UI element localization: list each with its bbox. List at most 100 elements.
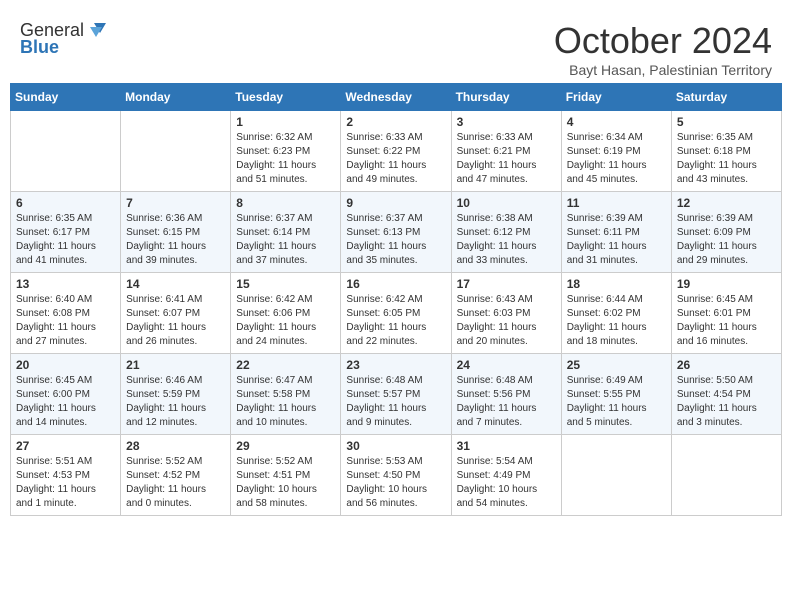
calendar-cell: 9 Sunrise: 6:37 AM Sunset: 6:13 PM Daylig… <box>341 192 451 273</box>
day-content: Sunrise: 6:48 AM Sunset: 5:57 PM Dayligh… <box>346 374 445 430</box>
day-content: Sunrise: 6:33 AM Sunset: 6:22 PM Dayligh… <box>346 131 445 187</box>
day-number: 6 <box>16 196 115 210</box>
calendar-cell: 7 Sunrise: 6:36 AM Sunset: 6:15 PM Daylig… <box>121 192 231 273</box>
day-content: Sunrise: 6:34 AM Sunset: 6:19 PM Dayligh… <box>567 131 666 187</box>
day-number: 8 <box>236 196 335 210</box>
title-block: October 2024 Bayt Hasan, Palestinian Ter… <box>554 20 772 78</box>
calendar-cell: 31 Sunrise: 5:54 AM Sunset: 4:49 PM Dayli… <box>451 435 561 516</box>
calendar-cell: 29Sunrise: 5:52 AM Sunset: 4:51 PM Dayli… <box>231 435 341 516</box>
calendar-cell: 19 Sunrise: 6:45 AM Sunset: 6:01 PM Dayli… <box>671 273 781 354</box>
day-header-tuesday: Tuesday <box>231 84 341 111</box>
day-number: 20 <box>16 358 115 372</box>
day-header-saturday: Saturday <box>671 84 781 111</box>
calendar-cell: 11Sunrise: 6:39 AM Sunset: 6:11 PM Dayli… <box>561 192 671 273</box>
calendar-cell <box>121 111 231 192</box>
day-header-wednesday: Wednesday <box>341 84 451 111</box>
day-content: Sunrise: 6:35 AM Sunset: 6:17 PM Dayligh… <box>16 212 115 268</box>
calendar-cell: 15 Sunrise: 6:42 AM Sunset: 6:06 PM Dayli… <box>231 273 341 354</box>
day-content: Sunrise: 6:43 AM Sunset: 6:03 PM Dayligh… <box>457 293 556 349</box>
day-content: Sunrise: 6:37 AM Sunset: 6:13 PM Dayligh… <box>346 212 445 268</box>
calendar-cell: 1 Sunrise: 6:32 AM Sunset: 6:23 PM Daylig… <box>231 111 341 192</box>
day-number: 9 <box>346 196 445 210</box>
calendar-cell: 17 Sunrise: 6:43 AM Sunset: 6:03 PM Dayli… <box>451 273 561 354</box>
calendar-cell: 23 Sunrise: 6:48 AM Sunset: 5:57 PM Dayli… <box>341 354 451 435</box>
day-content: Sunrise: 6:48 AM Sunset: 5:56 PM Dayligh… <box>457 374 556 430</box>
day-number: 24 <box>457 358 556 372</box>
day-number: 16 <box>346 277 445 291</box>
day-content: Sunrise: 6:33 AM Sunset: 6:21 PM Dayligh… <box>457 131 556 187</box>
day-content: Sunrise: 6:46 AM Sunset: 5:59 PM Dayligh… <box>126 374 225 430</box>
calendar-cell: 28Sunrise: 5:52 AM Sunset: 4:52 PM Dayli… <box>121 435 231 516</box>
calendar-week-row: 13 Sunrise: 6:40 AM Sunset: 6:08 PM Dayli… <box>11 273 782 354</box>
calendar-cell: 22Sunrise: 6:47 AM Sunset: 5:58 PM Dayli… <box>231 354 341 435</box>
logo-blue-text: Blue <box>20 37 59 58</box>
day-content: Sunrise: 6:32 AM Sunset: 6:23 PM Dayligh… <box>236 131 335 187</box>
calendar-cell: 25Sunrise: 6:49 AM Sunset: 5:55 PM Dayli… <box>561 354 671 435</box>
calendar-cell: 16Sunrise: 6:42 AM Sunset: 6:05 PM Dayli… <box>341 273 451 354</box>
day-number: 10 <box>457 196 556 210</box>
day-content: Sunrise: 6:42 AM Sunset: 6:06 PM Dayligh… <box>236 293 335 349</box>
page-header: General Blue October 2024 Bayt Hasan, Pa… <box>10 10 782 83</box>
day-number: 4 <box>567 115 666 129</box>
calendar-cell: 30 Sunrise: 5:53 AM Sunset: 4:50 PM Dayli… <box>341 435 451 516</box>
calendar-cell: 13 Sunrise: 6:40 AM Sunset: 6:08 PM Dayli… <box>11 273 121 354</box>
day-content: Sunrise: 5:52 AM Sunset: 4:52 PM Dayligh… <box>126 455 225 511</box>
day-content: Sunrise: 6:47 AM Sunset: 5:58 PM Dayligh… <box>236 374 335 430</box>
day-number: 15 <box>236 277 335 291</box>
day-header-monday: Monday <box>121 84 231 111</box>
calendar-cell: 24 Sunrise: 6:48 AM Sunset: 5:56 PM Dayli… <box>451 354 561 435</box>
day-content: Sunrise: 6:44 AM Sunset: 6:02 PM Dayligh… <box>567 293 666 349</box>
calendar-cell: 27Sunrise: 5:51 AM Sunset: 4:53 PM Dayli… <box>11 435 121 516</box>
day-number: 26 <box>677 358 776 372</box>
calendar-cell: 26Sunrise: 5:50 AM Sunset: 4:54 PM Dayli… <box>671 354 781 435</box>
calendar-week-row: 20 Sunrise: 6:45 AM Sunset: 6:00 PM Dayli… <box>11 354 782 435</box>
day-number: 18 <box>567 277 666 291</box>
day-content: Sunrise: 6:36 AM Sunset: 6:15 PM Dayligh… <box>126 212 225 268</box>
calendar-week-row: 1 Sunrise: 6:32 AM Sunset: 6:23 PM Daylig… <box>11 111 782 192</box>
logo: General Blue <box>20 20 108 58</box>
day-number: 2 <box>346 115 445 129</box>
day-number: 29 <box>236 439 335 453</box>
day-number: 19 <box>677 277 776 291</box>
day-number: 7 <box>126 196 225 210</box>
calendar-week-row: 6 Sunrise: 6:35 AM Sunset: 6:17 PM Daylig… <box>11 192 782 273</box>
day-header-friday: Friday <box>561 84 671 111</box>
day-number: 1 <box>236 115 335 129</box>
day-header-sunday: Sunday <box>11 84 121 111</box>
day-number: 23 <box>346 358 445 372</box>
day-number: 25 <box>567 358 666 372</box>
calendar-cell: 20 Sunrise: 6:45 AM Sunset: 6:00 PM Dayli… <box>11 354 121 435</box>
day-number: 17 <box>457 277 556 291</box>
day-number: 27 <box>16 439 115 453</box>
calendar-cell: 21Sunrise: 6:46 AM Sunset: 5:59 PM Dayli… <box>121 354 231 435</box>
day-content: Sunrise: 6:39 AM Sunset: 6:09 PM Dayligh… <box>677 212 776 268</box>
day-content: Sunrise: 6:40 AM Sunset: 6:08 PM Dayligh… <box>16 293 115 349</box>
calendar-header-row: SundayMondayTuesdayWednesdayThursdayFrid… <box>11 84 782 111</box>
day-content: Sunrise: 5:54 AM Sunset: 4:49 PM Dayligh… <box>457 455 556 511</box>
calendar-cell: 2 Sunrise: 6:33 AM Sunset: 6:22 PM Daylig… <box>341 111 451 192</box>
calendar-cell: 8 Sunrise: 6:37 AM Sunset: 6:14 PM Daylig… <box>231 192 341 273</box>
day-content: Sunrise: 5:53 AM Sunset: 4:50 PM Dayligh… <box>346 455 445 511</box>
month-title: October 2024 <box>554 20 772 62</box>
calendar-cell: 6 Sunrise: 6:35 AM Sunset: 6:17 PM Daylig… <box>11 192 121 273</box>
day-content: Sunrise: 6:45 AM Sunset: 6:00 PM Dayligh… <box>16 374 115 430</box>
calendar-cell: 5 Sunrise: 6:35 AM Sunset: 6:18 PM Daylig… <box>671 111 781 192</box>
calendar-cell <box>11 111 121 192</box>
calendar-cell <box>561 435 671 516</box>
calendar-table: SundayMondayTuesdayWednesdayThursdayFrid… <box>10 83 782 516</box>
day-number: 13 <box>16 277 115 291</box>
calendar-cell: 14Sunrise: 6:41 AM Sunset: 6:07 PM Dayli… <box>121 273 231 354</box>
calendar-cell: 3 Sunrise: 6:33 AM Sunset: 6:21 PM Daylig… <box>451 111 561 192</box>
day-number: 31 <box>457 439 556 453</box>
day-number: 12 <box>677 196 776 210</box>
day-number: 30 <box>346 439 445 453</box>
day-number: 3 <box>457 115 556 129</box>
calendar-cell: 12 Sunrise: 6:39 AM Sunset: 6:09 PM Dayli… <box>671 192 781 273</box>
day-content: Sunrise: 6:35 AM Sunset: 6:18 PM Dayligh… <box>677 131 776 187</box>
day-content: Sunrise: 6:45 AM Sunset: 6:01 PM Dayligh… <box>677 293 776 349</box>
day-content: Sunrise: 6:41 AM Sunset: 6:07 PM Dayligh… <box>126 293 225 349</box>
location-subtitle: Bayt Hasan, Palestinian Territory <box>554 62 772 78</box>
day-content: Sunrise: 6:38 AM Sunset: 6:12 PM Dayligh… <box>457 212 556 268</box>
day-number: 5 <box>677 115 776 129</box>
day-content: Sunrise: 6:37 AM Sunset: 6:14 PM Dayligh… <box>236 212 335 268</box>
